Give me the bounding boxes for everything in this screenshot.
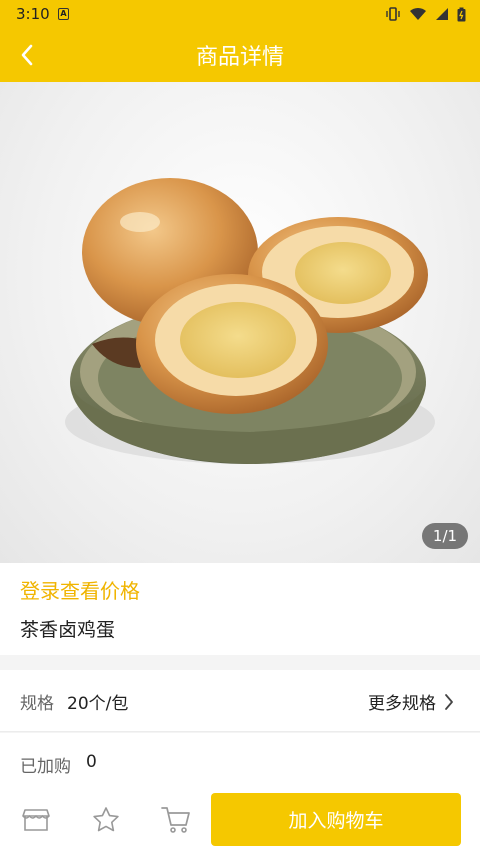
add-to-cart-button[interactable]: 加入购物车 bbox=[211, 793, 461, 846]
added-to-cart-count: 0 bbox=[86, 752, 97, 772]
shopping-cart-icon[interactable] bbox=[159, 804, 193, 836]
signal-icon bbox=[436, 8, 448, 20]
status-bar: 3:10 A bbox=[0, 0, 480, 28]
spec-value: 20个/包 bbox=[67, 694, 129, 714]
spec-label: 规格 bbox=[20, 694, 54, 714]
more-specs-button[interactable]: 更多规格 bbox=[368, 689, 454, 714]
bottom-action-bar: 加入购物车 bbox=[0, 793, 480, 855]
star-favorite-icon[interactable] bbox=[89, 804, 123, 836]
image-pager: 1/1 bbox=[422, 523, 468, 549]
wifi-icon bbox=[410, 7, 426, 20]
chevron-right-icon bbox=[445, 693, 453, 710]
spec-row[interactable]: 规格 20个/包 更多规格 bbox=[0, 670, 480, 732]
status-time: 3:10 bbox=[16, 5, 50, 23]
store-icon[interactable] bbox=[19, 804, 53, 836]
login-to-view-price-link[interactable]: 登录查看价格 bbox=[20, 575, 140, 604]
notification-badge-icon: A bbox=[58, 8, 69, 20]
product-name: 茶香卤鸡蛋 bbox=[20, 619, 116, 641]
page-title: 商品详情 bbox=[195, 45, 284, 70]
product-image bbox=[65, 178, 435, 464]
more-specs-label: 更多规格 bbox=[368, 694, 436, 714]
app-bar: 商品详情 bbox=[0, 28, 480, 82]
product-info: 登录查看价格 茶香卤鸡蛋 bbox=[0, 563, 480, 655]
vibrate-icon bbox=[386, 7, 400, 21]
system-icons bbox=[385, 6, 466, 22]
product-image-gallery[interactable]: 1/1 bbox=[0, 82, 480, 563]
added-to-cart-row: 已加购 0 bbox=[0, 733, 480, 793]
added-to-cart-label: 已加购 bbox=[20, 757, 71, 777]
battery-icon bbox=[457, 7, 466, 21]
